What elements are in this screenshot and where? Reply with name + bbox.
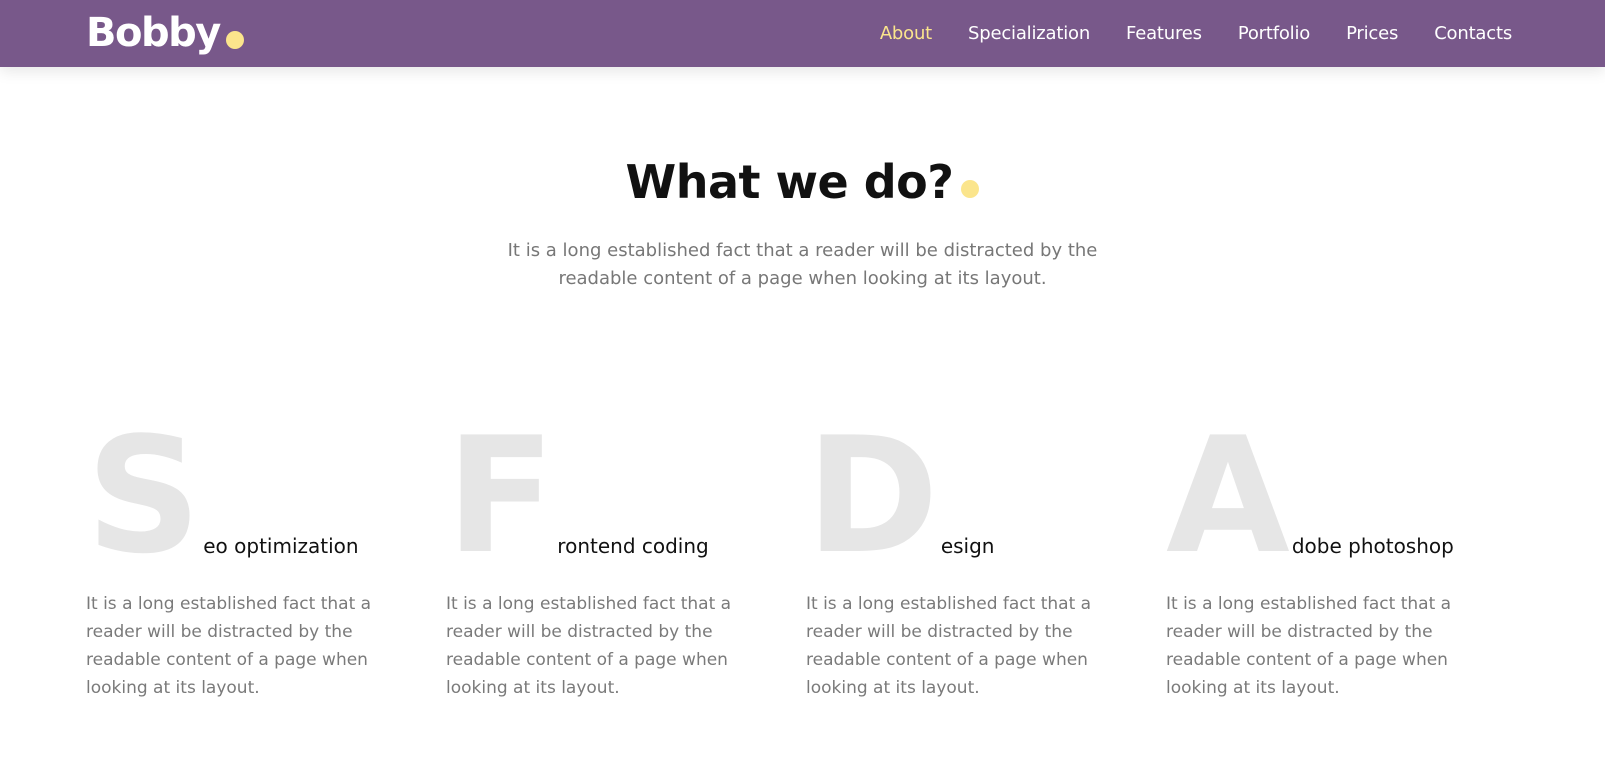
feature-description: It is a long established fact that a rea… [806, 594, 1092, 698]
feature-title: rontend coding [557, 534, 709, 558]
site-header: Bobby About Specialization Features Port… [0, 0, 1605, 67]
feature-title: dobe photoshop [1291, 534, 1454, 558]
nav-item-specialization[interactable]: Specialization [968, 23, 1090, 44]
feature-description: It is a long established fact that a rea… [86, 594, 372, 698]
title-dot [961, 180, 980, 198]
feature-letter: F [446, 402, 555, 589]
feature-letter: D [806, 402, 939, 589]
feature-design: D esign It is a long established fact th… [806, 402, 1166, 702]
section-title-text: What we do? [625, 155, 954, 209]
section-title: What we do? [626, 155, 980, 209]
feature-head: F rontend coding [446, 402, 806, 589]
intro-section: What we do? It is a long established fac… [0, 155, 1605, 293]
logo-text: Bobby [86, 10, 221, 56]
feature-title: eo optimization [203, 534, 359, 558]
nav-item-prices[interactable]: Prices [1346, 23, 1398, 44]
feature-letter: A [1166, 402, 1290, 589]
nav-item-portfolio[interactable]: Portfolio [1238, 23, 1310, 44]
feature-photoshop: A dobe photoshop It is a long establishe… [1166, 402, 1526, 702]
feature-frontend: F rontend coding It is a long establishe… [446, 402, 806, 702]
feature-description: It is a long established fact that a rea… [446, 594, 732, 698]
nav-item-about[interactable]: About [880, 23, 932, 44]
feature-head: D esign [806, 402, 1166, 589]
main-nav: About Specialization Features Portfolio … [844, 0, 1512, 67]
feature-seo: S eo optimization It is a long establish… [86, 402, 446, 702]
feature-head: S eo optimization [86, 402, 446, 589]
logo-dot [225, 31, 244, 49]
section-description: It is a long established fact that a rea… [507, 240, 1098, 289]
nav-item-contacts[interactable]: Contacts [1434, 23, 1512, 44]
feature-title: esign [940, 534, 995, 558]
feature-head: A dobe photoshop [1166, 402, 1526, 589]
nav-item-features[interactable]: Features [1126, 23, 1202, 44]
features-list: S eo optimization It is a long establish… [86, 402, 1526, 702]
logo[interactable]: Bobby [86, 8, 244, 58]
feature-letter: S [86, 402, 201, 589]
feature-description: It is a long established fact that a rea… [1166, 594, 1452, 698]
